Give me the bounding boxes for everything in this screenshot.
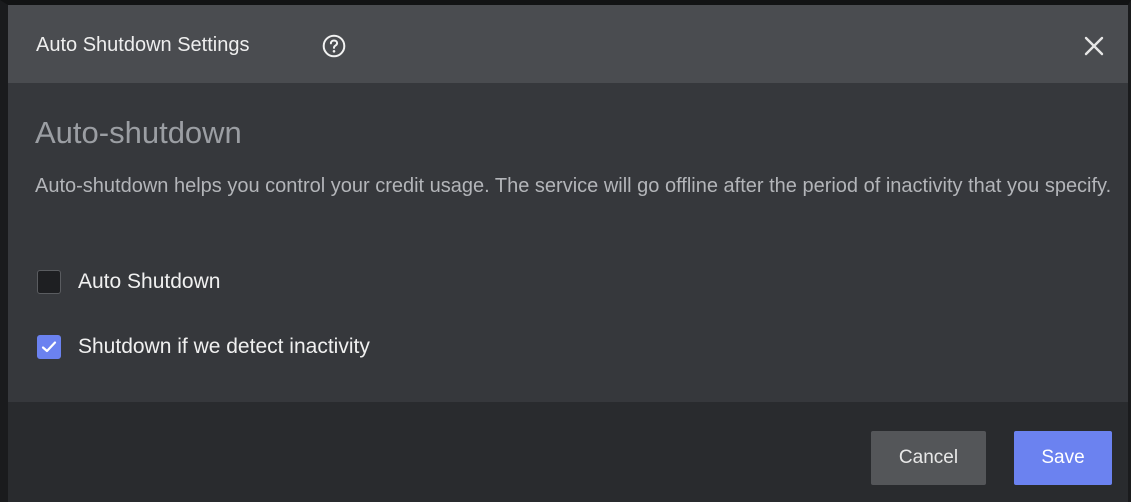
dialog-header: Auto Shutdown Settings xyxy=(8,5,1128,83)
shutdown-inactivity-label: Shutdown if we detect inactivity xyxy=(78,335,370,358)
auto-shutdown-checkbox[interactable] xyxy=(37,270,61,294)
section-description: Auto-shutdown helps you control your cre… xyxy=(35,175,1112,197)
auto-shutdown-dialog: Auto Shutdown Settings Auto-shutdown Aut… xyxy=(0,0,1131,502)
cancel-button[interactable]: Cancel xyxy=(871,431,986,485)
auto-shutdown-label: Auto Shutdown xyxy=(78,270,221,293)
section-heading: Auto-shutdown xyxy=(35,115,242,150)
close-icon[interactable] xyxy=(1083,35,1105,57)
shutdown-inactivity-option[interactable]: Shutdown if we detect inactivity xyxy=(37,334,370,360)
auto-shutdown-option[interactable]: Auto Shutdown xyxy=(37,269,220,295)
shutdown-inactivity-checkbox[interactable] xyxy=(37,335,61,359)
checkmark-icon xyxy=(41,341,57,353)
question-circle-icon[interactable] xyxy=(322,34,346,58)
dialog-body: Auto-shutdown Auto-shutdown helps you co… xyxy=(8,83,1128,402)
save-button[interactable]: Save xyxy=(1014,431,1112,485)
dialog-title: Auto Shutdown Settings xyxy=(36,34,250,56)
dialog-footer: Cancel Save xyxy=(8,402,1128,502)
